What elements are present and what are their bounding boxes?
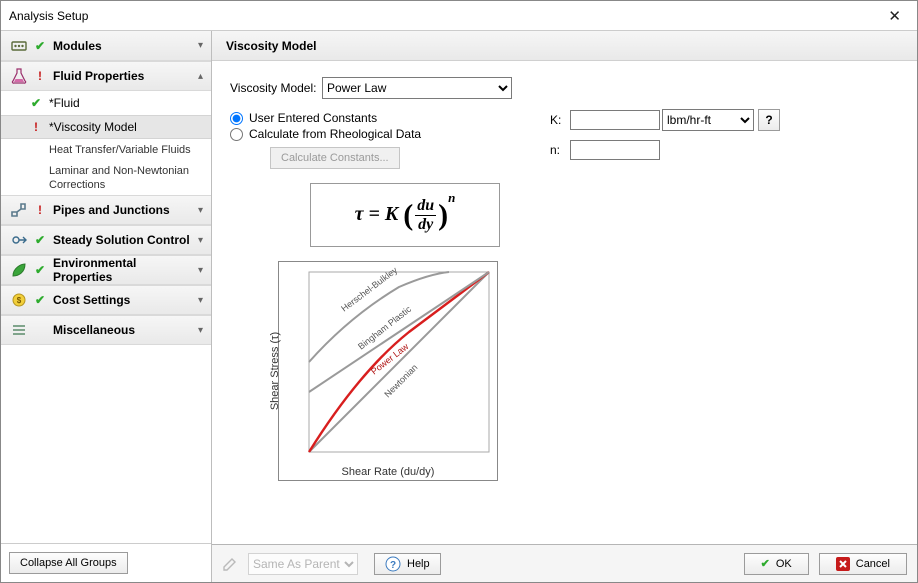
solution-icon bbox=[9, 230, 29, 250]
cost-icon: $ bbox=[9, 290, 29, 310]
group-label: Pipes and Junctions bbox=[53, 203, 198, 217]
viscosity-model-label: Viscosity Model: bbox=[230, 81, 322, 95]
sidebar-group-fluid-properties[interactable]: ! Fluid Properties ▴ bbox=[1, 61, 211, 91]
chevron-up-icon: ▴ bbox=[198, 71, 203, 82]
sidebar-item-viscosity-model[interactable]: ! *Viscosity Model bbox=[1, 115, 211, 139]
sidebar-group-pipes-junctions[interactable]: ! Pipes and Junctions ▾ bbox=[1, 195, 211, 225]
group-label: Miscellaneous bbox=[53, 323, 198, 337]
radio-label: User Entered Constants bbox=[249, 111, 377, 125]
titlebar: Analysis Setup ✕ bbox=[1, 1, 917, 31]
section-title: Viscosity Model bbox=[226, 39, 316, 53]
sidebar-item-heat-transfer[interactable]: Heat Transfer/Variable Fluids bbox=[1, 139, 211, 161]
group-label: Environmental Properties bbox=[53, 256, 198, 284]
sidebar-group-modules[interactable]: ✔ Modules ▾ bbox=[1, 31, 211, 61]
status-error-icon: ! bbox=[33, 203, 47, 217]
sidebar-item-label: Heat Transfer/Variable Fluids bbox=[49, 143, 191, 157]
radio-rheological[interactable]: Calculate from Rheological Data bbox=[230, 127, 490, 141]
flask-icon bbox=[9, 66, 29, 86]
edit-icon bbox=[222, 556, 238, 572]
window-title: Analysis Setup bbox=[9, 9, 880, 23]
group-label: Cost Settings bbox=[53, 293, 198, 307]
status-error-icon: ! bbox=[33, 69, 47, 83]
sidebar-footer: Collapse All Groups bbox=[1, 543, 211, 582]
calculate-constants-button: Calculate Constants... bbox=[270, 147, 400, 169]
ok-button[interactable]: ✔ OK bbox=[744, 553, 809, 575]
group-label: Modules bbox=[53, 39, 198, 53]
status-ok-icon: ✔ bbox=[33, 39, 47, 53]
status-ok-icon: ✔ bbox=[29, 96, 43, 110]
cancel-button[interactable]: Cancel bbox=[819, 553, 907, 575]
footer: Same As Parent ? Help ✔ OK Cancel bbox=[212, 544, 917, 582]
section-header: Viscosity Model bbox=[212, 31, 917, 61]
viscosity-model-select[interactable]: Power Law bbox=[322, 77, 512, 99]
main-panel: Viscosity Model Viscosity Model: Power L… bbox=[212, 31, 917, 582]
n-input[interactable] bbox=[570, 140, 660, 160]
list-icon bbox=[9, 320, 29, 340]
radio-user-entered-input[interactable] bbox=[230, 112, 243, 125]
sidebar-item-label: *Fluid bbox=[49, 96, 80, 110]
status-error-icon: ! bbox=[29, 120, 43, 134]
k-label: K: bbox=[550, 113, 570, 127]
help-button[interactable]: ? Help bbox=[374, 553, 441, 575]
sidebar-item-laminar-corrections[interactable]: Laminar and Non-Newtonian Corrections bbox=[1, 161, 211, 195]
svg-text:Newtonian: Newtonian bbox=[382, 362, 419, 399]
sidebar-group-miscellaneous[interactable]: Miscellaneous ▾ bbox=[1, 315, 211, 345]
sidebar-item-fluid[interactable]: ✔ *Fluid bbox=[1, 91, 211, 115]
rheology-plot: Herschel-Bulkley Bingham Plastic Power L… bbox=[278, 261, 498, 481]
close-icon[interactable]: ✕ bbox=[880, 7, 909, 25]
same-as-parent-select: Same As Parent bbox=[248, 553, 358, 575]
chevron-down-icon: ▾ bbox=[198, 325, 203, 336]
equation-box: τ = K (dudy)n bbox=[310, 183, 500, 247]
svg-text:?: ? bbox=[390, 560, 396, 571]
radio-rheological-input[interactable] bbox=[230, 128, 243, 141]
status-ok-icon: ✔ bbox=[33, 233, 47, 247]
radio-user-entered[interactable]: User Entered Constants bbox=[230, 111, 490, 125]
group-label: Fluid Properties bbox=[53, 69, 198, 83]
k-units-select[interactable]: lbm/hr-ft bbox=[662, 109, 754, 131]
group-label: Steady Solution Control bbox=[53, 233, 198, 247]
plot-xlabel: Shear Rate (du/dy) bbox=[279, 466, 497, 478]
n-label: n: bbox=[550, 143, 570, 157]
form-panel: Viscosity Model: Power Law User Entered … bbox=[212, 61, 917, 544]
chevron-down-icon: ▾ bbox=[198, 295, 203, 306]
sidebar-item-label: *Viscosity Model bbox=[49, 120, 137, 134]
check-icon: ✔ bbox=[761, 557, 770, 570]
sidebar-group-cost[interactable]: $ ✔ Cost Settings ▾ bbox=[1, 285, 211, 315]
chevron-down-icon: ▾ bbox=[198, 265, 203, 276]
k-input[interactable] bbox=[570, 110, 660, 130]
help-k-button[interactable]: ? bbox=[758, 109, 780, 131]
nav-tree: ✔ Modules ▾ ! Fluid Properties ▴ ✔ *Flui… bbox=[1, 31, 211, 543]
status-ok-icon: ✔ bbox=[33, 263, 47, 277]
sidebar: ✔ Modules ▾ ! Fluid Properties ▴ ✔ *Flui… bbox=[1, 31, 212, 582]
sidebar-group-environmental[interactable]: ✔ Environmental Properties ▾ bbox=[1, 255, 211, 285]
chevron-down-icon: ▾ bbox=[198, 205, 203, 216]
chevron-down-icon: ▾ bbox=[198, 235, 203, 246]
status-ok-icon: ✔ bbox=[33, 293, 47, 307]
leaf-icon bbox=[9, 260, 29, 280]
equation: τ = K (dudy)n bbox=[355, 197, 456, 234]
radio-label: Calculate from Rheological Data bbox=[249, 127, 421, 141]
pipes-icon bbox=[9, 200, 29, 220]
sidebar-item-label: Laminar and Non-Newtonian Corrections bbox=[49, 164, 203, 192]
collapse-all-button[interactable]: Collapse All Groups bbox=[9, 552, 128, 574]
svg-text:$: $ bbox=[17, 296, 22, 305]
help-icon: ? bbox=[385, 556, 401, 572]
chevron-down-icon: ▾ bbox=[198, 40, 203, 51]
modules-icon bbox=[9, 36, 29, 56]
cancel-icon bbox=[836, 557, 850, 571]
plot-ylabel: Shear Stress (τ) bbox=[269, 332, 281, 410]
sidebar-group-steady-solution[interactable]: ✔ Steady Solution Control ▾ bbox=[1, 225, 211, 255]
